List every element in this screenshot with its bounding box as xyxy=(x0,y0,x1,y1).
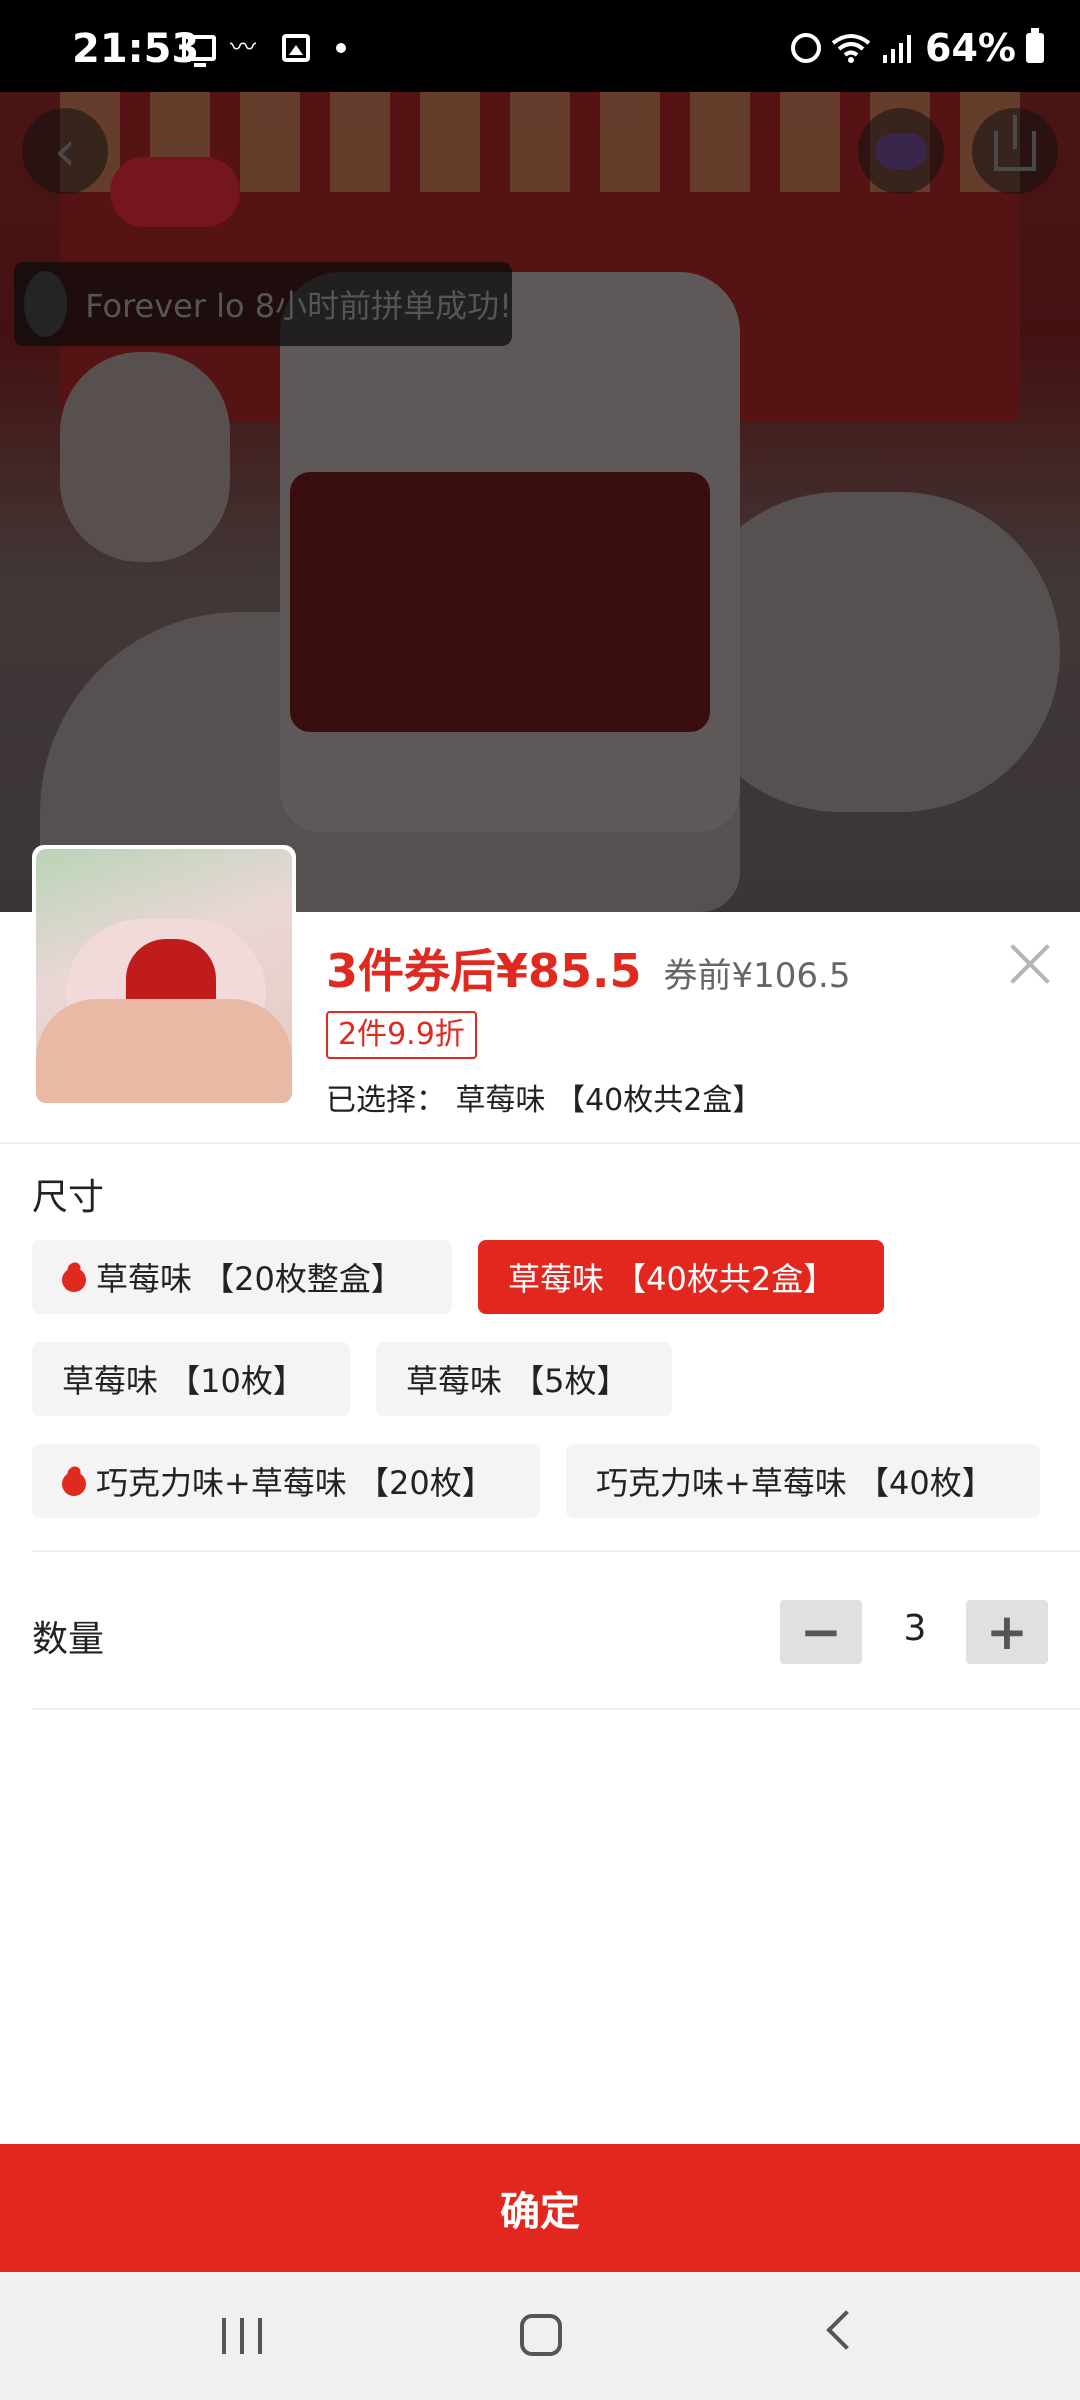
selected-sku-text: 已选择： 草莓味 【40枚共2盒】 xyxy=(326,1075,762,1119)
signal-icon xyxy=(883,35,912,63)
quantity-decrease-button[interactable]: − xyxy=(780,1600,862,1664)
sku-option-label: 巧克力味+草莓味 【20枚】 xyxy=(96,1464,494,1502)
sku-option[interactable]: 草莓味 【10枚】 xyxy=(32,1342,350,1416)
selected-label: 已选择： xyxy=(326,1083,446,1118)
status-time: 21:53 xyxy=(72,26,200,72)
price-after-coupon: 3件券后¥85.5 xyxy=(326,944,642,998)
recent-apps-icon[interactable] xyxy=(222,2318,262,2354)
divider xyxy=(32,1550,1080,1552)
modal-backdrop[interactable] xyxy=(0,92,1080,912)
quantity-label: 数量 xyxy=(32,1619,105,1660)
back-icon[interactable] xyxy=(826,2310,866,2350)
divider xyxy=(32,1708,1080,1710)
price-row: 3件券后¥85.5 券前¥106.5 xyxy=(326,935,850,1001)
sku-option-label: 草莓味 【10枚】 xyxy=(62,1362,305,1400)
sku-option-label: 草莓味 【40枚共2盒】 xyxy=(508,1260,836,1298)
close-icon[interactable] xyxy=(1004,938,1056,990)
sku-option-label: 草莓味 【5枚】 xyxy=(406,1362,629,1400)
image-icon xyxy=(282,34,310,62)
battery-icon xyxy=(1026,28,1044,63)
size-section-title: 尺寸 xyxy=(32,1177,105,1218)
confirm-button[interactable]: 确定 xyxy=(0,2144,1080,2272)
bird-icon: 〰 xyxy=(230,33,257,63)
quantity-value[interactable]: 3 xyxy=(860,1608,970,1649)
hot-flame-icon xyxy=(62,1262,86,1292)
divider xyxy=(0,1142,1080,1144)
hand-graphic xyxy=(36,999,292,1103)
sku-option[interactable]: 巧克力味+草莓味 【40枚】 xyxy=(566,1444,1040,1518)
battery-percent: 64% xyxy=(925,26,1016,70)
hot-flame-icon xyxy=(62,1466,86,1496)
status-icons-left: 〰 xyxy=(182,33,346,67)
screen-icon xyxy=(182,35,216,67)
sku-option-label: 草莓味 【20枚整盒】 xyxy=(96,1260,403,1298)
discount-badge: 2件9.9折 xyxy=(326,1011,477,1059)
status-bar: 21:53 〰 64% xyxy=(0,0,1080,92)
sku-option[interactable]: 草莓味 【20枚整盒】 xyxy=(32,1240,452,1314)
sku-option-label: 巧克力味+草莓味 【40枚】 xyxy=(596,1464,994,1502)
selected-value: 草莓味 【40枚共2盒】 xyxy=(455,1083,763,1118)
wifi-icon xyxy=(831,34,871,63)
sku-option[interactable]: 巧克力味+草莓味 【20枚】 xyxy=(32,1444,540,1518)
status-icons-right: 64% xyxy=(791,26,1044,70)
dot-icon xyxy=(336,43,346,53)
alarm-icon xyxy=(791,33,822,63)
sku-image xyxy=(36,849,292,1103)
sku-option[interactable]: 草莓味 【5枚】 xyxy=(376,1342,672,1416)
system-nav-bar xyxy=(0,2272,1080,2400)
sku-option-selected[interactable]: 草莓味 【40枚共2盒】 xyxy=(478,1240,884,1314)
home-icon[interactable] xyxy=(520,2314,562,2356)
selected-sku-thumbnail[interactable] xyxy=(32,845,296,1107)
price-before-coupon: 券前¥106.5 xyxy=(663,956,851,996)
quantity-increase-button[interactable]: + xyxy=(966,1600,1048,1664)
